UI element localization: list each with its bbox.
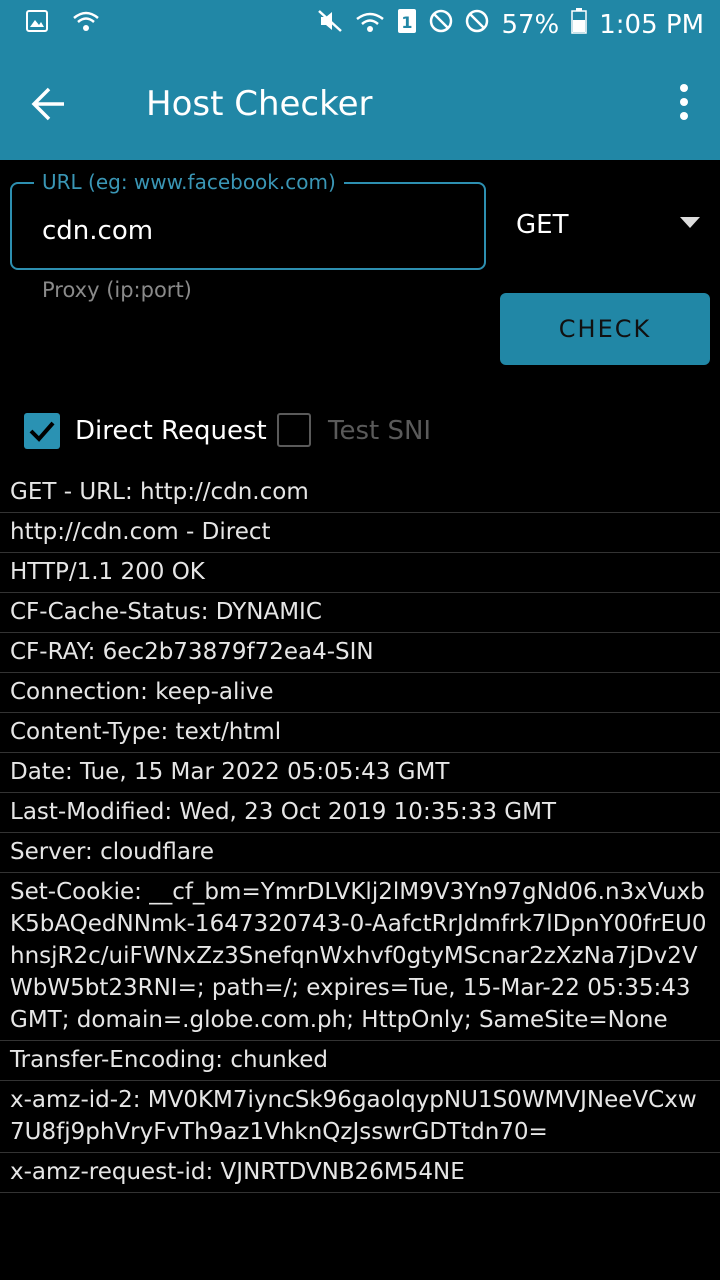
url-input[interactable]: URL (eg: www.facebook.com) cdn.com [10,170,486,270]
response-row: x-amz-request-id: VJNRTDVNB26M54NE [0,1153,720,1193]
block-icon [429,9,453,40]
response-row: CF-Cache-Status: DYNAMIC [0,593,720,633]
battery-icon [571,8,587,41]
direct-request-label[interactable]: Direct Request [75,416,267,446]
checkmark-icon [29,421,55,442]
url-input-value: cdn.com [42,216,154,246]
wifi-icon [355,10,385,40]
mute-icon [317,9,343,40]
gallery-icon [26,10,48,36]
response-row: Last-Modified: Wed, 23 Oct 2019 10:35:33… [0,793,720,833]
status-bar: 1 57% 1:05 PM [0,0,720,48]
response-row: Server: cloudflare [0,833,720,873]
response-row: Set-Cookie: __cf_bm=YmrDLVKlj2lM9V3Yn97g… [0,873,720,1041]
response-row: Date: Tue, 15 Mar 2022 05:05:43 GMT [0,753,720,793]
block-icon [465,9,489,40]
response-row: Connection: keep-alive [0,673,720,713]
response-row: Content-Type: text/html [0,713,720,753]
response-row: x-amz-id-2: MV0KM7iyncSk96gaolqypNU1S0WM… [0,1081,720,1153]
test-sni-label[interactable]: Test SNI [328,416,431,446]
response-row: Transfer-Encoding: chunked [0,1041,720,1081]
wifi-question-icon [72,10,100,36]
response-row: http://cdn.com - Direct [0,513,720,553]
check-button[interactable]: CHECK [500,293,710,365]
svg-text:1: 1 [402,13,413,32]
proxy-input[interactable]: Proxy (ip:port) [42,278,192,302]
direct-request-checkbox[interactable] [24,413,60,449]
sim-1-icon: 1 [397,8,417,41]
clock: 1:05 PM [599,9,704,40]
response-row: HTTP/1.1 200 OK [0,553,720,593]
url-field-label: URL (eg: www.facebook.com) [34,170,344,194]
response-row: CF-RAY: 6ec2b73879f72ea4-SIN [0,633,720,673]
test-sni-checkbox[interactable] [277,413,311,447]
response-row: GET - URL: http://cdn.com [0,473,720,513]
method-dropdown[interactable]: GET [516,210,568,240]
battery-percent: 57% [501,9,560,40]
back-arrow-icon[interactable] [30,85,68,123]
response-list[interactable]: GET - URL: http://cdn.com http://cdn.com… [0,473,720,1280]
app-toolbar: Host Checker [0,48,720,160]
chevron-down-icon[interactable] [680,217,700,228]
page-title: Host Checker [146,84,373,124]
more-options-icon[interactable] [678,84,690,128]
